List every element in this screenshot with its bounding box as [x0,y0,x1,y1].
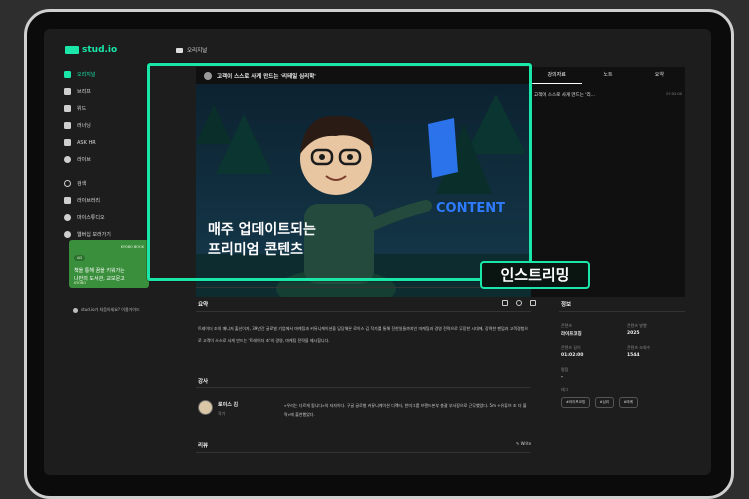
briefcase-icon [64,88,71,95]
ad-line-1: 책을 통해 꿈을 키워가는 [74,268,125,274]
instructor-role: 작가 [218,411,226,416]
info-value: 2025 [627,331,640,336]
info-header: 정보 [561,300,571,308]
info-label: 콘텐츠 [561,323,573,328]
divider [196,311,531,312]
sidebar-item-label: 라이브러리 [77,198,101,204]
info-label: 콘텐츠 발행 [627,323,647,328]
ad-banner[interactable]: AD KYOBO BOOK 책을 통해 꿈을 키워가는 나만의 도서관, 교보문… [69,240,149,288]
toc-item-time: 07:02:00 [666,92,682,96]
sidebar-item-label: 라이브 [77,157,91,163]
sidebar-item-label: 마이스튜디오 [77,215,105,221]
ad-footer: KYOBO [74,281,86,285]
info-value: 라이프코칭 [561,332,582,337]
sidebar-item-label: 러너닝 [77,123,91,129]
sidebar-item-label: 브리프 [77,89,91,95]
info-label: 태그 [561,387,569,392]
sidebar-item-label: 검색 [77,181,87,187]
membership-icon [64,231,71,238]
info-icon [73,307,78,313]
search-icon [64,180,71,187]
instructor-bio: «우리는 다르게 팝니다»의 저자이다. 구글 글로벌 커뮤니케이션 디렉터, … [284,403,527,417]
toc-item-title: 고객이 스스로 사게 만드는 '리... [534,93,595,98]
sidebar-item-label: 위드 [77,106,87,112]
guide-text: stud.io가 처음이세요? 이용가이드 [81,307,140,312]
divider [196,452,531,453]
sidebar-item-label: 오리지널 [77,72,96,78]
heart-icon[interactable] [516,300,522,306]
live-icon [64,156,71,163]
brand-logo[interactable]: stud.io [65,45,117,55]
ad-badge: AD [74,255,86,261]
info-field-views: 콘텐츠 조회수 1544 [627,345,687,358]
summary-header: 요약 [198,300,208,308]
instructor-header: 강사 [198,377,208,385]
info-label: 콘텐츠 길이 [561,345,581,350]
ad-brand: KYOBO BOOK [120,245,144,249]
summary-title: 요약 [198,302,209,308]
tab-summary[interactable]: 요약 [634,67,685,84]
review-header: 리뷰 [198,441,208,449]
info-value: 01:02:00 [561,353,584,358]
guide-link[interactable]: stud.io가 처음이세요? 이용가이드 [73,307,140,313]
breadcrumb-label: 오리지널 [187,48,208,54]
video-highlight-frame [147,63,532,281]
info-label: 콘텐츠 조회수 [627,345,651,350]
screen-icon [64,122,71,129]
tab-materials[interactable]: 강의자료 [531,67,583,84]
info-field-category: 콘텐츠 라이프코칭 [561,323,621,337]
instructor-info: 로이스 김 작가 [218,401,238,417]
write-label: Write [520,441,532,446]
instructor-title: 강사 [198,379,209,385]
sidebar-item-label: ASK HR [77,139,96,146]
bookmark-icon [64,197,71,204]
hr-icon [64,139,71,146]
summary-text: 트레이더 조의 매니저 출신이자, 39년간 글로벌 기업에서 마케팅과 커뮤니… [198,326,529,343]
bookmark-icon[interactable] [530,300,536,306]
review-title: 리뷰 [198,443,209,449]
original-icon [176,47,183,53]
info-value: - [561,375,563,380]
divider [196,387,531,388]
info-value: 1544 [627,353,640,358]
player-tabs: 강의자료 노트 요약 [531,67,685,84]
instructor-avatar [198,400,213,415]
gear-icon [64,214,71,221]
info-field-year: 콘텐츠 발행 2025 [627,323,687,336]
info-field-rating: 평점 - [561,367,621,380]
brand-name: stud.io [82,45,118,55]
info-label: 평점 [561,367,569,372]
tag-chip[interactable]: #심리 [594,397,615,408]
logo-mark-icon [65,46,79,54]
sidebar-item-label: 웹버십 보러가기 [77,232,111,238]
write-review-button[interactable]: ✎ Write [516,441,531,446]
info-title: 정보 [561,302,572,308]
tag-chip[interactable]: #마케 [618,397,638,408]
share-icon[interactable] [502,300,508,306]
breadcrumb: 오리지널 [176,46,207,54]
divider [559,311,685,312]
play-icon [64,71,71,78]
chat-icon [64,105,71,112]
instructor-name: 로이스 김 [218,402,239,408]
streaming-badge: 인스트리밍 [480,261,590,289]
tag-chip[interactable]: #라이프코칭 [561,397,591,408]
info-tags: 태그 #라이프코칭 #심리 #마케 [561,387,685,408]
toc-item[interactable]: 고객이 스스로 사게 만드는 '리... 07:02:00 [534,92,682,98]
info-field-length: 콘텐츠 길이 01:02:00 [561,345,621,358]
tab-notes[interactable]: 노트 [582,67,633,84]
